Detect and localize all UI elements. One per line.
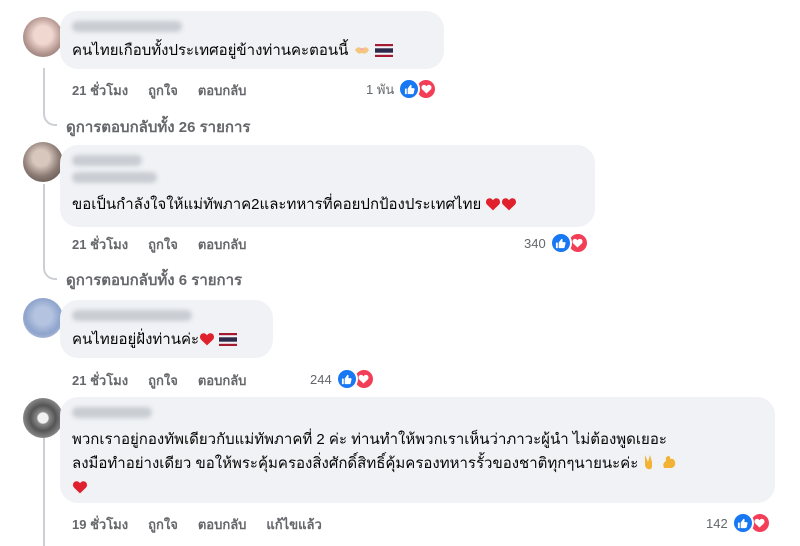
view-replies-link[interactable]: ดูการตอบกลับทั้ง 6 รายการ (66, 268, 242, 292)
avatar[interactable] (23, 298, 63, 338)
avatar[interactable] (23, 142, 63, 182)
comment-text: ขอเป็นกำลังใจให้แม่ทัพภาค2และทหารที่คอยป… (72, 196, 482, 213)
reactions[interactable]: 1 พัน (366, 78, 438, 100)
like-button[interactable]: ถูกใจ (148, 80, 178, 101)
comment-text: คนไทยเกือบทั้งประเทศอยู่ข้างท่านคะตอนนี้ (72, 42, 349, 59)
commenter-name[interactable] (72, 155, 142, 166)
reply-button[interactable]: ตอบกลับ (198, 80, 247, 101)
comment-actions: 21 ชั่วโมง ถูกใจ ตอบกลับ (72, 80, 266, 101)
comment-bubble: ขอเป็นกำลังใจให้แม่ทัพภาค2และทหารที่คอยป… (60, 145, 595, 227)
thread-line (43, 184, 45, 270)
edited-label: แก้ไขแล้ว (266, 517, 322, 532)
reaction-count: 244 (310, 371, 332, 387)
like-button[interactable]: ถูกใจ (148, 234, 178, 255)
commenter-name[interactable] (72, 407, 152, 418)
comment-actions: 21 ชั่วโมง ถูกใจ ตอบกลับ (72, 370, 266, 391)
comment-text-line2: ลงมือทำอย่างเดียว ขอให้พระคุ้มครองสิ่งศั… (72, 455, 639, 472)
comment-time[interactable]: 21 ชั่วโมง (72, 234, 128, 255)
reaction-count: 142 (706, 515, 728, 531)
red-heart-icon (199, 332, 215, 352)
comment-bubble: พวกเราอยู่กองทัพเดียวกับแม่ทัพภาคที่ 2 ค… (60, 397, 775, 503)
reactions[interactable]: 142 (706, 512, 771, 534)
flexed-biceps-icon (661, 454, 677, 476)
comment-text-line1: พวกเราอยู่กองทัพเดียวกับแม่ทัพภาคที่ 2 ค… (72, 431, 667, 448)
like-reaction-icon (549, 232, 572, 254)
like-reaction-icon (398, 78, 421, 100)
thread-line (43, 68, 45, 114)
avatar[interactable] (23, 17, 63, 57)
commenter-name[interactable] (72, 310, 192, 321)
thai-flag-icon (219, 332, 238, 352)
thread-line (43, 434, 45, 546)
commenter-name-2 (72, 172, 157, 183)
avatar[interactable] (23, 398, 63, 438)
thread-curve (43, 266, 57, 280)
comment-text: คนไทยอยู่ฝั่งท่านค่ะ (72, 331, 200, 348)
comment-bubble: คนไทยเกือบทั้งประเทศอยู่ข้างท่านคะตอนนี้ (60, 11, 444, 69)
view-replies-link[interactable]: ดูการตอบกลับทั้ง 26 รายการ (66, 115, 250, 139)
reaction-count: 340 (524, 235, 546, 251)
comment-time[interactable]: 21 ชั่วโมง (72, 80, 128, 101)
like-button[interactable]: ถูกใจ (148, 370, 178, 391)
victory-hand-icon (642, 454, 656, 476)
thai-flag-icon (374, 43, 393, 63)
reactions[interactable]: 340 (524, 232, 589, 254)
comment-time[interactable]: 19 ชั่วโมง (72, 514, 128, 535)
commenter-name[interactable] (72, 21, 182, 32)
reactions[interactable]: 244 (310, 368, 375, 390)
comment-actions: 19 ชั่วโมง ถูกใจ ตอบกลับ แก้ไขแล้ว (72, 514, 342, 535)
red-heart-icon (485, 197, 501, 217)
comment-time[interactable]: 21 ชั่วโมง (72, 370, 128, 391)
like-reaction-icon (731, 512, 754, 534)
comment-actions: 21 ชั่วโมง ถูกใจ ตอบกลับ (72, 234, 266, 255)
reply-button[interactable]: ตอบกลับ (198, 234, 247, 255)
reaction-count: 1 พัน (366, 81, 395, 97)
handshake-heart-icon (353, 43, 371, 63)
thread-curve (43, 112, 57, 126)
reply-button[interactable]: ตอบกลับ (198, 514, 247, 535)
red-heart-icon (72, 480, 88, 500)
comment-bubble: คนไทยอยู่ฝั่งท่านค่ะ (60, 300, 273, 358)
reply-button[interactable]: ตอบกลับ (198, 370, 247, 391)
like-reaction-icon (335, 368, 358, 390)
red-heart-icon (501, 197, 517, 217)
like-button[interactable]: ถูกใจ (148, 514, 178, 535)
